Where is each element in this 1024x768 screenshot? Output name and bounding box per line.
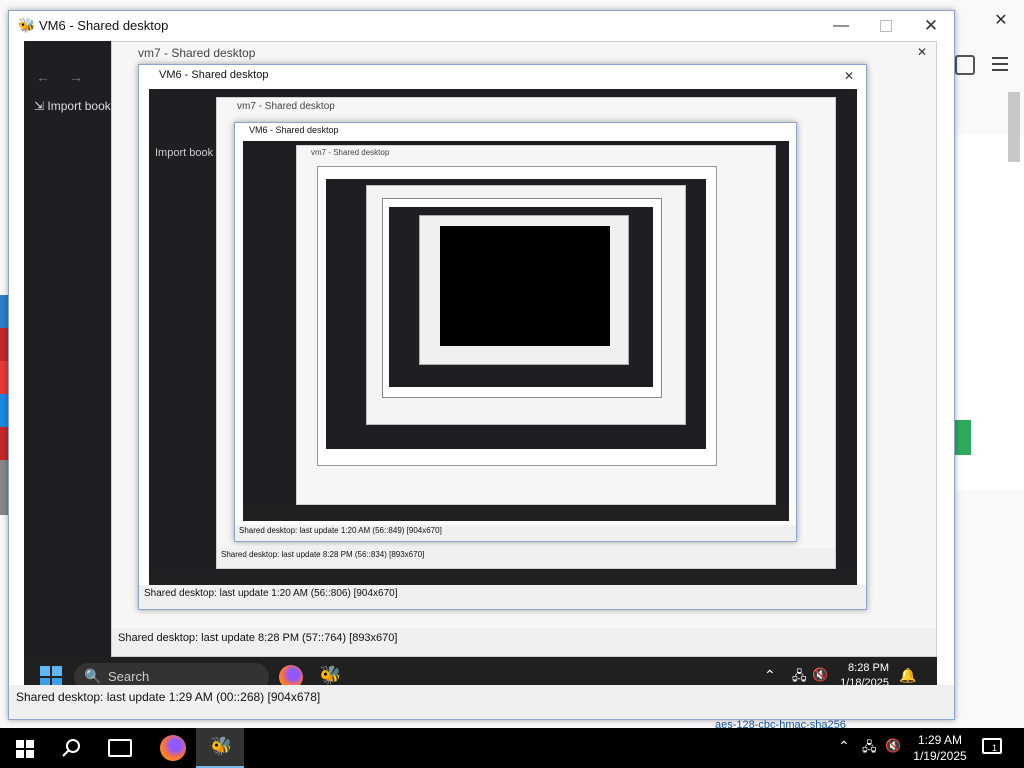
vm-tray-chevron-icon[interactable]: ⌃ bbox=[764, 667, 776, 684]
level3-desktop: Import book vm7 - Shared desktop Shared … bbox=[149, 89, 857, 589]
host-taskbar: 🐝 ⌃ 🖧 🔇 1:29 AM 1/19/2025 1 bbox=[0, 728, 1024, 768]
host-sharing-app-icon: 🐝 bbox=[210, 736, 233, 756]
vm-app-icon: 🐝 bbox=[18, 17, 36, 33]
level2-close-button[interactable]: ✕ bbox=[912, 42, 932, 62]
outer-import-label: Import bookm bbox=[47, 99, 121, 113]
recursive-frame-2 bbox=[326, 179, 706, 449]
recursive-frame-3 bbox=[366, 185, 686, 425]
level6-title: vm7 - Shared desktop bbox=[311, 148, 390, 157]
host-firefox-icon[interactable] bbox=[160, 735, 186, 761]
host-task-view-icon[interactable] bbox=[108, 739, 132, 757]
host-tray-chevron-icon[interactable]: ⌃ bbox=[838, 738, 850, 755]
outer-desktop: ← → ⇲ Import bookm vm7 - Shared desktop … bbox=[24, 41, 937, 697]
vm-notification-bell-icon[interactable]: 🔔 bbox=[899, 667, 916, 684]
level4-statusbar: Shared desktop: last update 8:28 PM (56:… bbox=[217, 548, 835, 568]
level4-window: vm7 - Shared desktop Shared desktop: las… bbox=[216, 97, 836, 569]
level2-statusbar: Shared desktop: last update 8:28 PM (57:… bbox=[112, 628, 936, 656]
extensions-icon[interactable] bbox=[955, 55, 975, 75]
level5-statusbar: Shared desktop: last update 1:20 AM (56:… bbox=[235, 525, 796, 541]
host-sharing-app-button[interactable]: 🐝 bbox=[196, 728, 244, 768]
outer-statusbar: Shared desktop: last update 1:29 AM (00:… bbox=[9, 685, 954, 719]
minimize-button[interactable]: — bbox=[824, 11, 858, 41]
level5-window: VM6 - Shared desktop vm7 - Shared deskto… bbox=[234, 122, 797, 542]
host-start-button[interactable] bbox=[16, 740, 34, 758]
host-notification-icon[interactable]: 1 bbox=[982, 738, 1002, 754]
level5-titlebar: VM6 - Shared desktop bbox=[235, 123, 796, 139]
app-menu-icon[interactable] bbox=[992, 57, 1008, 71]
vm-search-label: Search bbox=[108, 669, 150, 684]
vm-volume-icon[interactable]: 🔇 bbox=[812, 667, 828, 683]
level6-window: vm7 - Shared desktop bbox=[296, 145, 776, 505]
vm-sharing-app-icon[interactable]: 🐝 bbox=[319, 665, 341, 686]
background-close-button[interactable]: ✕ bbox=[988, 10, 1014, 34]
maximize-button[interactable] bbox=[869, 11, 903, 41]
level3-close-button[interactable]: ✕ bbox=[839, 65, 859, 87]
host-clock[interactable]: 1:29 AM 1/19/2025 bbox=[910, 732, 970, 764]
level5-desktop: vm7 - Shared desktop bbox=[243, 141, 789, 521]
host-search-icon[interactable] bbox=[60, 737, 84, 759]
level4-titlebar: vm7 - Shared desktop bbox=[217, 98, 835, 118]
level3-statusbar: Shared desktop: last update 1:20 AM (56:… bbox=[139, 585, 866, 609]
level2-titlebar: vm7 - Shared desktop ✕ bbox=[112, 42, 936, 64]
host-time: 1:29 AM bbox=[917, 733, 963, 747]
level5-title: VM6 - Shared desktop bbox=[249, 125, 339, 135]
host-date: 1/19/2025 bbox=[913, 749, 967, 763]
recursive-frame-6 bbox=[419, 215, 629, 365]
recursive-frame-4 bbox=[382, 198, 662, 398]
host-volume-icon[interactable]: 🔇 bbox=[885, 738, 901, 754]
close-button[interactable]: ✕ bbox=[914, 11, 948, 41]
innermost-black-screen bbox=[440, 226, 610, 346]
level3-titlebar: VM6 - Shared desktop ✕ bbox=[139, 65, 866, 87]
outer-window-title: VM6 - Shared desktop bbox=[39, 18, 169, 33]
level2-title: vm7 - Shared desktop bbox=[138, 46, 256, 60]
recursive-frame-1 bbox=[317, 166, 717, 466]
level3-import-bookmarks[interactable]: Import book bbox=[155, 147, 213, 159]
outer-forward-icon[interactable]: → bbox=[69, 69, 83, 85]
level2-window: vm7 - Shared desktop ✕ Shared desktop: l… bbox=[111, 41, 937, 657]
outer-vm-window: 🐝 VM6 - Shared desktop — ✕ ← → ⇲ Import … bbox=[8, 10, 955, 720]
host-network-icon[interactable]: 🖧 bbox=[862, 738, 877, 760]
outer-titlebar: 🐝 VM6 - Shared desktop — ✕ bbox=[9, 11, 954, 41]
vm-time: 8:28 PM bbox=[848, 662, 889, 674]
scrollbar-thumb[interactable] bbox=[1008, 92, 1020, 162]
level5-taskbar bbox=[243, 507, 789, 521]
recursive-frame-5 bbox=[389, 207, 653, 387]
vm-search-icon: 🔍 bbox=[84, 668, 102, 684]
outer-back-icon[interactable]: ← bbox=[36, 69, 50, 85]
outer-import-bookmarks[interactable]: ⇲ Import bookm bbox=[34, 99, 121, 113]
green-button[interactable] bbox=[955, 420, 971, 455]
level3-window: VM6 - Shared desktop ✕ Import book vm7 -… bbox=[138, 64, 867, 610]
level3-title: VM6 - Shared desktop bbox=[159, 69, 269, 81]
level4-title: vm7 - Shared desktop bbox=[237, 101, 335, 112]
level6-titlebar: vm7 - Shared desktop bbox=[297, 146, 775, 160]
host-notification-count: 1 bbox=[992, 743, 998, 753]
